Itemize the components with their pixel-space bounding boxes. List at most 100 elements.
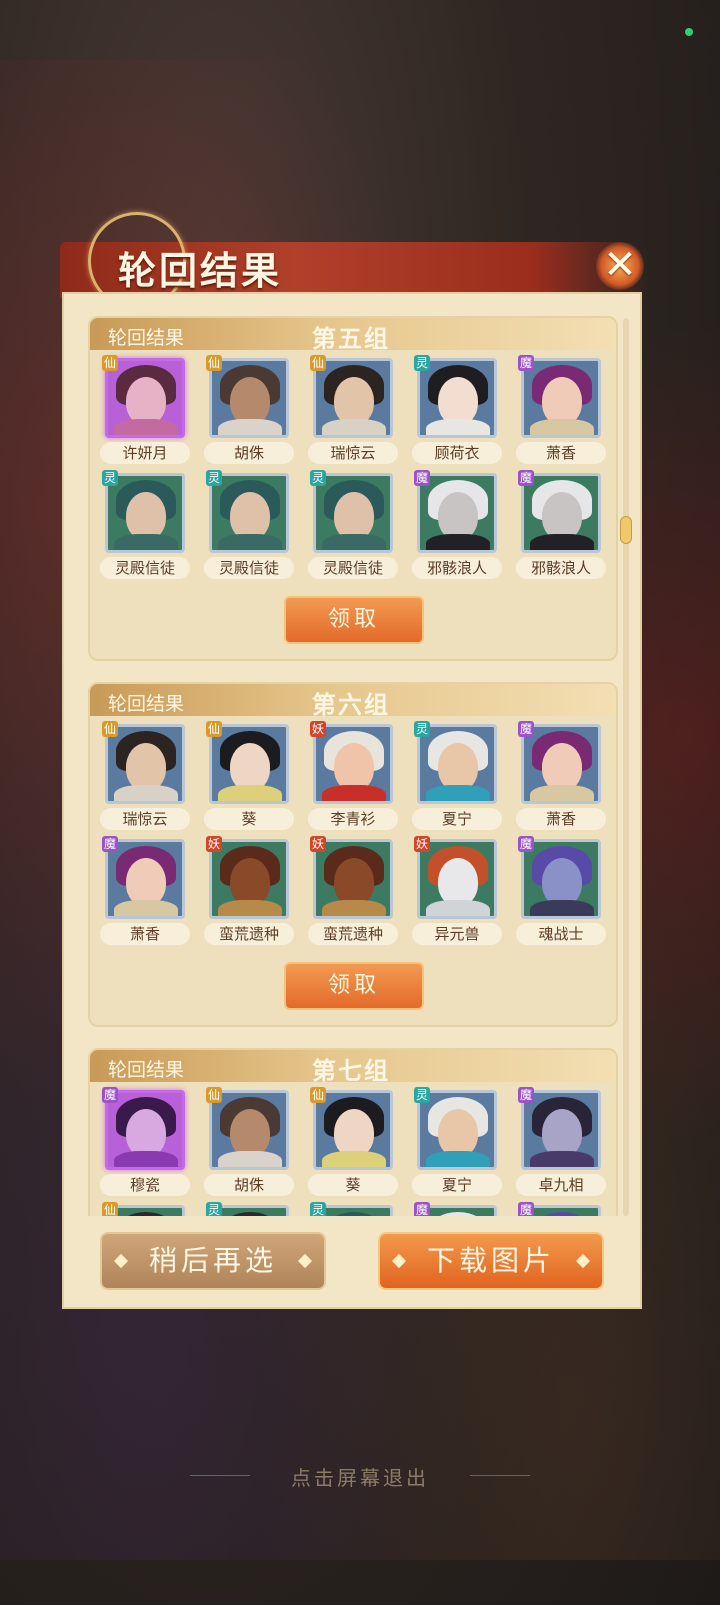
portrait-face	[438, 1109, 478, 1157]
character-card[interactable]: 仙许妍月	[100, 355, 190, 468]
portrait-face	[126, 1109, 166, 1157]
claim-button[interactable]: 领取	[284, 596, 424, 644]
character-card[interactable]: 仙瑞惊云	[100, 721, 190, 834]
character-name: 葵	[308, 1174, 398, 1196]
portrait-body	[322, 534, 386, 550]
results-scroll-area[interactable]: 轮回结果 第五组仙许妍月仙胡侏仙瑞惊云灵顾荷衣魔萧香灵灵殿信徒灵灵殿信徒灵灵殿信徒…	[88, 316, 618, 1216]
group-header: 轮回结果 第七组	[90, 1050, 616, 1085]
faction-badge-icon: 灵	[414, 721, 430, 737]
portrait-face	[334, 858, 374, 906]
divider	[470, 1475, 530, 1476]
character-name: 魂战士	[516, 923, 606, 945]
character-card[interactable]: 妖异元兽	[412, 836, 502, 949]
character-card[interactable]: 灵灵殿信徒	[204, 470, 294, 583]
close-button[interactable]: ✕	[592, 238, 648, 294]
portrait-body	[530, 534, 594, 550]
portrait-hair	[324, 1212, 384, 1216]
faction-badge-icon: 仙	[206, 721, 222, 737]
character-card[interactable]: 魔邪骸浪人	[412, 470, 502, 583]
character-name: 夏宁	[412, 1174, 502, 1196]
character-card[interactable]: 妖李青衫	[308, 721, 398, 834]
portrait-face	[542, 858, 582, 906]
result-group: 轮回结果 第五组仙许妍月仙胡侏仙瑞惊云灵顾荷衣魔萧香灵灵殿信徒灵灵殿信徒灵灵殿信徒…	[88, 316, 618, 661]
character-card[interactable]: 灵夏宁	[412, 721, 502, 834]
portrait-body	[530, 900, 594, 916]
character-name: 卓九相	[516, 1174, 606, 1196]
character-name: 穆瓷	[100, 1174, 190, 1196]
choose-later-button[interactable]: 稍后再选	[100, 1232, 326, 1290]
download-image-button[interactable]: 下载图片	[378, 1232, 604, 1290]
result-group: 轮回结果 第六组仙瑞惊云仙葵妖李青衫灵夏宁魔萧香魔萧香妖蛮荒遗种妖蛮荒遗种妖异元兽…	[88, 682, 618, 1027]
portrait-body	[530, 785, 594, 801]
portrait-face	[438, 743, 478, 791]
portrait-body	[426, 900, 490, 916]
portrait-body	[426, 419, 490, 435]
character-name: 灵殿信徒	[204, 557, 294, 579]
diamond-ornament-icon	[113, 1253, 129, 1269]
faction-badge-icon: 仙	[310, 355, 326, 371]
faction-badge-icon: 仙	[206, 355, 222, 371]
character-card[interactable]: 灵	[204, 1202, 294, 1216]
portrait-face	[334, 492, 374, 540]
character-card[interactable]: 灵夏宁	[412, 1087, 502, 1200]
faction-badge-icon: 魔	[414, 1202, 430, 1216]
portrait-face	[334, 377, 374, 425]
portrait-face	[230, 492, 270, 540]
character-card[interactable]: 仙胡侏	[204, 355, 294, 468]
faction-badge-icon: 魔	[518, 721, 534, 737]
faction-badge-icon: 仙	[310, 1087, 326, 1103]
portrait-body	[218, 1151, 282, 1167]
character-card[interactable]: 魔萧香	[516, 721, 606, 834]
claim-button[interactable]: 领取	[284, 962, 424, 1010]
faction-badge-icon: 魔	[518, 1202, 534, 1216]
character-card[interactable]: 仙	[100, 1202, 190, 1216]
portrait-face	[438, 858, 478, 906]
character-card[interactable]: 魔卓九相	[516, 1087, 606, 1200]
portrait-face	[542, 377, 582, 425]
character-card[interactable]: 魔邪骸浪人	[516, 470, 606, 583]
character-card[interactable]: 仙葵	[204, 721, 294, 834]
character-name: 瑞惊云	[100, 808, 190, 830]
portrait-body	[218, 534, 282, 550]
faction-badge-icon: 魔	[518, 355, 534, 371]
character-card[interactable]: 妖蛮荒遗种	[308, 836, 398, 949]
scrollbar-thumb[interactable]	[620, 516, 632, 544]
character-name: 葵	[204, 808, 294, 830]
character-card[interactable]: 灵	[308, 1202, 398, 1216]
character-card[interactable]: 魔穆瓷	[100, 1087, 190, 1200]
portrait-face	[334, 1109, 374, 1157]
group-header: 轮回结果 第六组	[90, 684, 616, 719]
portrait-hair	[428, 1212, 488, 1216]
character-card[interactable]: 灵灵殿信徒	[100, 470, 190, 583]
portrait-face	[126, 492, 166, 540]
faction-badge-icon: 灵	[102, 470, 118, 486]
character-card[interactable]: 魔魂战士	[516, 836, 606, 949]
scrollbar-track[interactable]	[623, 318, 629, 1216]
character-name: 蛮荒遗种	[204, 923, 294, 945]
faction-badge-icon: 灵	[414, 355, 430, 371]
character-name: 萧香	[516, 442, 606, 464]
character-card[interactable]: 仙瑞惊云	[308, 355, 398, 468]
faction-badge-icon: 灵	[310, 470, 326, 486]
character-card[interactable]: 魔	[412, 1202, 502, 1216]
character-card[interactable]: 魔萧香	[100, 836, 190, 949]
faction-badge-icon: 魔	[102, 836, 118, 852]
character-card[interactable]: 仙葵	[308, 1087, 398, 1200]
character-name: 胡侏	[204, 442, 294, 464]
character-card[interactable]: 仙胡侏	[204, 1087, 294, 1200]
character-card[interactable]: 魔	[516, 1202, 606, 1216]
character-name: 胡侏	[204, 1174, 294, 1196]
character-card[interactable]: 灵顾荷衣	[412, 355, 502, 468]
character-card[interactable]: 灵灵殿信徒	[308, 470, 398, 583]
portrait-hair	[220, 1212, 280, 1216]
character-card[interactable]: 妖蛮荒遗种	[204, 836, 294, 949]
faction-badge-icon: 灵	[310, 1202, 326, 1216]
character-card[interactable]: 魔萧香	[516, 355, 606, 468]
result-group: 轮回结果第七组魔穆瓷仙胡侏仙葵灵夏宁魔卓九相仙灵灵魔魔领取	[88, 1048, 618, 1216]
portrait-body	[114, 900, 178, 916]
portrait-body	[114, 419, 178, 435]
character-name: 灵殿信徒	[100, 557, 190, 579]
character-name: 异元兽	[412, 923, 502, 945]
portrait-face	[126, 377, 166, 425]
portrait-body	[218, 785, 282, 801]
